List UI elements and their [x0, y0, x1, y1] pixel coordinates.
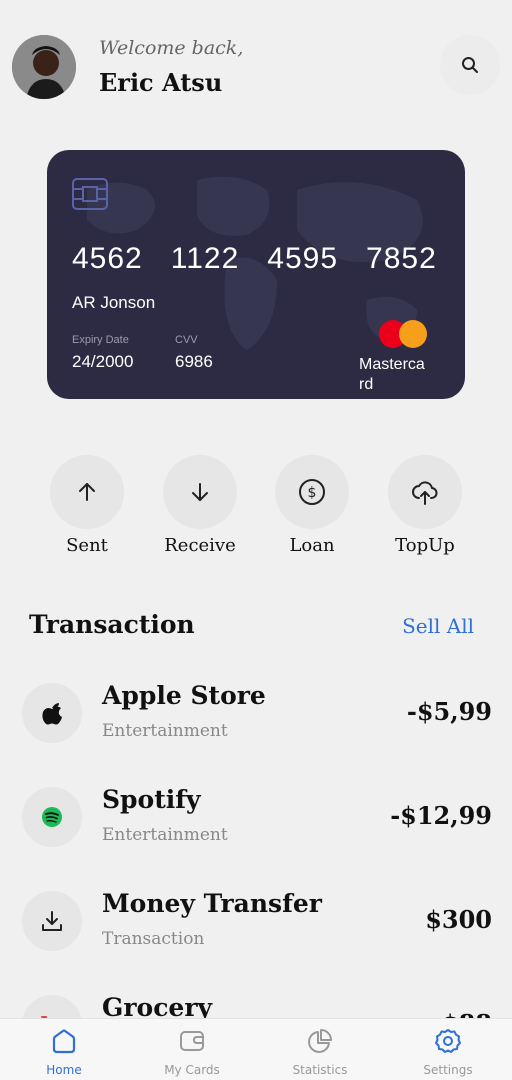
nav-label-statistics: Statistics [292, 1063, 348, 1077]
user-name: Eric Atsu [99, 68, 223, 97]
cvv-label: CVV [175, 334, 198, 346]
home-icon [52, 1029, 76, 1054]
topup-button[interactable]: TopUp [370, 455, 480, 556]
transaction-category: Transaction [102, 929, 205, 949]
receive-label: Receive [164, 535, 236, 556]
arrow-down-icon [192, 483, 208, 501]
nav-item-statistics[interactable]: Statistics [265, 1027, 375, 1077]
see-all-link[interactable]: Sell All [402, 614, 474, 638]
wallet-icon [180, 1031, 204, 1051]
bottom-nav: Home My Cards Statistics Settings [0, 1018, 512, 1080]
topup-label: TopUp [395, 535, 455, 556]
arrow-up-icon [79, 483, 95, 501]
expiry-value: 24/2000 [72, 352, 134, 371]
transaction-name: Money Transfer [102, 889, 322, 918]
card-brand: Mastercard [359, 356, 425, 393]
mastercard-logo-icon [379, 320, 427, 348]
transaction-name: Grocery [102, 993, 213, 1020]
chip-icon [72, 178, 108, 214]
spotify-icon [42, 807, 62, 827]
transaction-amount: $300 [425, 905, 492, 934]
transaction-category: Entertainment [102, 825, 228, 845]
sent-label: Sent [66, 535, 108, 556]
cloud-upload-icon [412, 481, 438, 505]
apple-icon [42, 703, 62, 725]
credit-card[interactable]: 4562 1122 4595 7852 AR Jonson Expiry Dat… [47, 150, 465, 399]
avatar[interactable] [12, 35, 76, 99]
transaction-item[interactable]: Spotify Entertainment -$12,99 [0, 779, 512, 859]
search-button[interactable] [440, 35, 500, 95]
search-icon [462, 57, 478, 73]
nav-item-settings[interactable]: Settings [393, 1027, 503, 1077]
welcome-text: Welcome back, [99, 37, 244, 59]
transaction-item[interactable]: Grocery -$88 [0, 987, 512, 1020]
transaction-item[interactable]: Money Transfer Transaction $300 [0, 883, 512, 963]
cvv-value: 6986 [175, 352, 213, 371]
transactions-header: Transaction Sell All [29, 610, 474, 646]
nav-label-my-cards: My Cards [164, 1063, 220, 1077]
transaction-amount: -$12,99 [390, 801, 492, 830]
nav-label-settings: Settings [423, 1063, 473, 1077]
pie-chart-icon [308, 1029, 332, 1053]
transaction-name: Spotify [102, 785, 201, 814]
transaction-item[interactable]: Apple Store Entertainment -$5,99 [0, 675, 512, 755]
transaction-category: Entertainment [102, 721, 228, 741]
card-number-group: 1122 [170, 242, 240, 275]
transaction-amount: -$5,99 [406, 697, 492, 726]
header: Welcome back, Eric Atsu [12, 35, 500, 99]
card-number-group: 7852 [366, 242, 437, 275]
nav-item-home[interactable]: Home [9, 1027, 119, 1077]
loan-label: Loan [289, 535, 335, 556]
receive-button[interactable]: Receive [145, 455, 255, 556]
loan-button[interactable]: $ Loan [257, 455, 367, 556]
transactions-title: Transaction [29, 610, 195, 639]
card-number: 4562 1122 4595 7852 [72, 242, 437, 276]
transaction-name: Apple Store [102, 681, 266, 710]
download-icon [42, 911, 62, 931]
transactions-list: Apple Store Entertainment -$5,99 Spotify… [0, 675, 512, 1020]
expiry-label: Expiry Date [72, 334, 129, 346]
dollar-circle-icon: $ [299, 479, 325, 505]
sent-button[interactable]: Sent [32, 455, 142, 556]
nav-label-home: Home [46, 1063, 82, 1077]
card-holder-name: AR Jonson [72, 293, 156, 312]
card-number-group: 4595 [267, 242, 339, 275]
quick-actions: Sent Receive $ Loan TopUp [0, 455, 512, 565]
card-number-group: 4562 [72, 242, 143, 275]
svg-text:$: $ [308, 485, 317, 501]
nav-item-my-cards[interactable]: My Cards [137, 1027, 247, 1077]
gear-icon [435, 1029, 461, 1053]
